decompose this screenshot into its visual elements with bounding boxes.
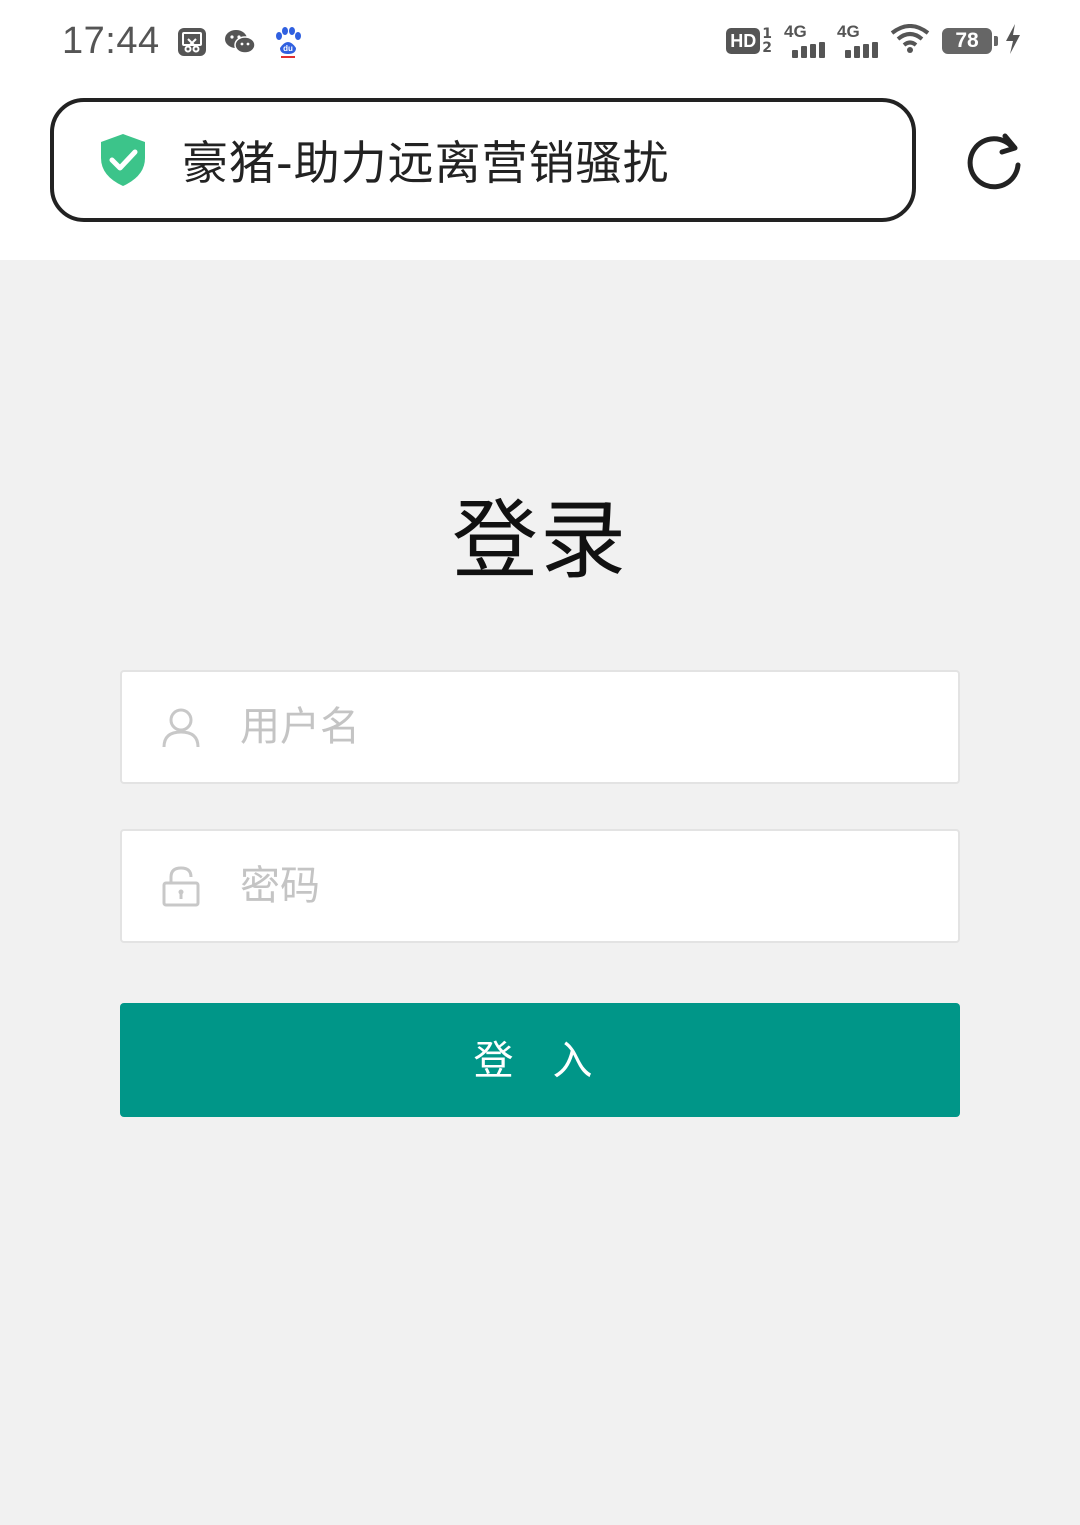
address-bar[interactable]: 豪猪-助力远离营销骚扰 [50,98,916,222]
status-indicators: HD 1 2 4G 4G 78 [726,22,1022,58]
status-app-icons: du [176,26,304,58]
charging-icon [1004,24,1022,58]
network-type-2: 4G [837,22,860,41]
username-input[interactable] [238,703,882,751]
hd-sim-labels: 1 2 [762,27,772,55]
password-input[interactable] [238,862,882,910]
password-field[interactable] [120,829,960,943]
network-type-1: 4G [784,22,807,41]
hd-sim-1: 1 [762,26,772,42]
hd-voice-icon: HD 1 2 [726,27,772,55]
login-heading: 登录 [452,491,628,591]
status-bar: 17:44 du HD 1 2 4G 4G 78 [0,0,1080,86]
svg-text:du: du [283,44,293,53]
username-field[interactable] [120,670,960,784]
hd-sim-2: 2 [762,40,772,56]
wechat-icon [224,26,256,58]
hd-label: HD [726,28,761,54]
shield-check-icon [101,134,145,186]
page-title: 豪猪-助力远离营销骚扰 [182,136,670,190]
baidu-icon: du [272,26,304,58]
reload-icon[interactable] [964,130,1026,192]
browser-bar: 豪猪-助力远离营销骚扰 [0,86,1080,260]
login-button[interactable]: 登 入 [120,1003,960,1117]
signal-icon-sim1: 4G [784,22,825,58]
wifi-icon [890,24,930,58]
screenshot-icon [176,26,208,58]
battery-icon: 78 [942,28,998,54]
status-time: 17:44 [62,20,160,62]
lock-icon [162,866,200,907]
user-icon [162,708,200,748]
signal-icon-sim2: 4G [837,22,878,58]
